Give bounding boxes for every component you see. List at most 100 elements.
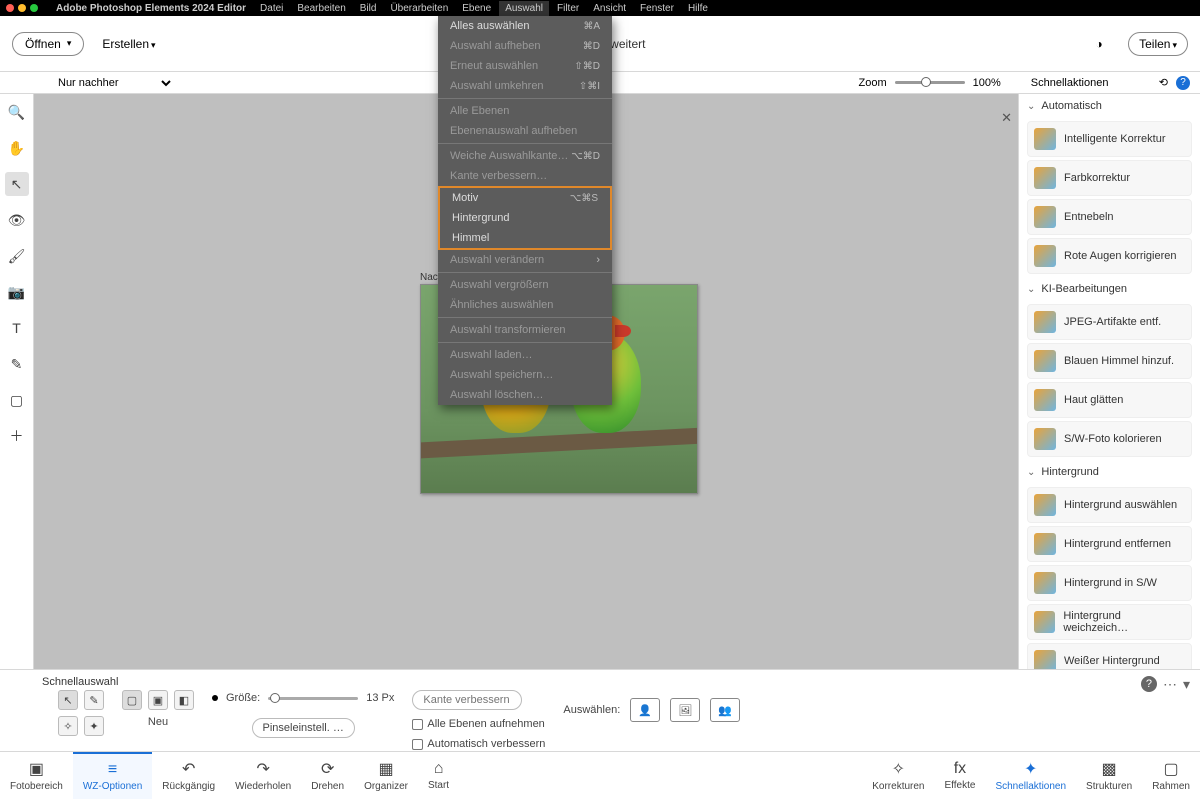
menu-item[interactable]: Hintergrund <box>440 208 610 228</box>
bottom-tab[interactable]: ⟳Drehen <box>301 752 354 799</box>
undo-panel-icon[interactable]: ⟲ <box>1159 76 1168 89</box>
bottom-tab[interactable]: ▦Organizer <box>354 752 418 799</box>
brush-tool-icon[interactable]: 🖌 <box>5 244 29 268</box>
mode-subtract-icon[interactable]: ◧ <box>174 690 194 710</box>
thumbnail-icon <box>1034 389 1056 411</box>
quick-action-item[interactable]: Rote Augen korrigieren <box>1027 238 1192 274</box>
bottom-tab[interactable]: ↶Rückgängig <box>152 752 225 799</box>
thumbnail-icon <box>1034 128 1056 150</box>
camera-tool-icon[interactable]: 📷 <box>5 280 29 304</box>
refine-brush-icon[interactable]: ✦ <box>84 716 104 736</box>
help-icon[interactable]: ? <box>1176 76 1190 90</box>
bottom-tab[interactable]: ✦Schnellaktionen <box>985 752 1076 799</box>
crop-tool-icon[interactable]: ▢ <box>5 388 29 412</box>
menu-item[interactable]: Alles auswählen⌘A <box>438 16 612 36</box>
panel-help-icon[interactable]: ? <box>1141 676 1157 692</box>
brush-settings-button[interactable]: Pinseleinstell. … <box>252 718 355 738</box>
eye-tool-icon[interactable]: 👁 <box>5 208 29 232</box>
quick-action-item[interactable]: S/W-Foto kolorieren <box>1027 421 1192 457</box>
view-mode-select[interactable]: Nur nachher <box>54 76 174 90</box>
quick-action-item[interactable]: Intelligente Korrektur <box>1027 121 1192 157</box>
menu-item: Auswahl umkehren⇧⌘I <box>438 76 612 96</box>
open-button[interactable]: Öffnen <box>12 32 84 56</box>
quick-select-tool-icon[interactable]: ↖ <box>5 172 29 196</box>
minimize-window-icon[interactable] <box>18 4 26 12</box>
bottom-tab[interactable]: ⌂Start <box>418 752 459 799</box>
quick-action-item[interactable]: Entnebeln <box>1027 199 1192 235</box>
panel-section-header[interactable]: Automatisch <box>1019 94 1200 118</box>
mode-new-icon[interactable]: ▢ <box>122 690 142 710</box>
organizer-icon: ▦ <box>378 759 393 779</box>
thumbnail-icon <box>1034 167 1056 189</box>
create-button[interactable]: Erstellen <box>102 37 155 51</box>
menu-item[interactable]: Motiv⌥⌘S <box>440 188 610 208</box>
wz-optionen-icon: ≡ <box>108 761 117 779</box>
type-tool-icon[interactable]: T <box>5 316 29 340</box>
select-sky-icon[interactable]: 👥 <box>710 698 740 722</box>
menu-fenster[interactable]: Fenster <box>640 3 674 14</box>
quick-action-item[interactable]: Hintergrund in S/W <box>1027 565 1192 601</box>
quick-action-item[interactable]: Hintergrund entfernen <box>1027 526 1192 562</box>
select-background-icon[interactable]: 🖼 <box>670 698 700 722</box>
appearance-icon[interactable]: ◑ <box>1088 33 1110 55</box>
select-subject-icon[interactable]: 👤 <box>630 698 660 722</box>
zoom-window-icon[interactable] <box>30 4 38 12</box>
bottom-tab[interactable]: ▣Fotobereich <box>0 752 73 799</box>
bottom-tab[interactable]: ≡WZ-Optionen <box>73 752 152 799</box>
menu-item: Auswahl verändern <box>438 250 612 270</box>
menu-item: Auswahl vergrößern <box>438 275 612 295</box>
menu-auswahl[interactable]: Auswahl <box>499 1 549 16</box>
quick-select-icon[interactable]: ↖ <box>58 690 78 710</box>
menu-item: Auswahl aufheben⌘D <box>438 36 612 56</box>
eyedropper-tool-icon[interactable]: ✎ <box>5 352 29 376</box>
quick-action-item[interactable]: Hintergrund weichzeich… <box>1027 604 1192 640</box>
close-window-icon[interactable] <box>6 4 14 12</box>
auto-enhance-checkbox[interactable]: Automatisch verbessern <box>412 738 545 750</box>
menu-hilfe[interactable]: Hilfe <box>688 3 708 14</box>
menu-ueberarbeiten[interactable]: Überarbeiten <box>390 3 448 14</box>
thumbnail-icon <box>1034 311 1056 333</box>
window-traffic-lights[interactable] <box>6 4 38 12</box>
menu-item[interactable]: Himmel <box>440 228 610 248</box>
menu-item: Auswahl laden… <box>438 345 612 365</box>
quick-action-item[interactable]: Blauen Himmel hinzuf. <box>1027 343 1192 379</box>
bottom-tab[interactable]: ✧Korrekturen <box>862 752 934 799</box>
menu-datei[interactable]: Datei <box>260 3 283 14</box>
share-button[interactable]: Teilen <box>1128 32 1188 56</box>
menu-filter[interactable]: Filter <box>557 3 579 14</box>
quick-action-item[interactable]: Weißer Hintergrund <box>1027 643 1192 669</box>
panel-section-header[interactable]: KI-Bearbeitungen <box>1019 277 1200 301</box>
quick-action-item[interactable]: Haut glätten <box>1027 382 1192 418</box>
menu-ansicht[interactable]: Ansicht <box>593 3 626 14</box>
magic-wand-icon[interactable]: ✧ <box>58 716 78 736</box>
mode-add-icon[interactable]: ▣ <box>148 690 168 710</box>
zoom-label: Zoom <box>859 77 887 89</box>
close-document-icon[interactable]: ✕ <box>1001 110 1012 126</box>
panel-more-icon[interactable]: ⋯ <box>1163 676 1177 693</box>
add-tool-icon[interactable]: ＋ <box>5 424 29 448</box>
drehen-icon: ⟳ <box>321 759 334 779</box>
tool-options-title: Schnellauswahl <box>42 676 118 688</box>
menu-bearbeiten[interactable]: Bearbeiten <box>297 3 345 14</box>
zoom-tool-icon[interactable]: 🔍 <box>5 100 29 124</box>
bottom-tab[interactable]: fxEffekte <box>934 752 985 799</box>
bottom-tab[interactable]: ↷Wiederholen <box>225 752 301 799</box>
selection-brush-icon[interactable]: ✎ <box>84 690 104 710</box>
menu-ebene[interactable]: Ebene <box>462 3 491 14</box>
quick-action-item[interactable]: JPEG-Artifakte entf. <box>1027 304 1192 340</box>
panel-section-header[interactable]: Hintergrund <box>1019 460 1200 484</box>
quick-action-item[interactable]: Hintergrund auswählen <box>1027 487 1192 523</box>
menu-bild[interactable]: Bild <box>360 3 377 14</box>
all-layers-checkbox[interactable]: Alle Ebenen aufnehmen <box>412 718 544 730</box>
hand-tool-icon[interactable]: ✋ <box>5 136 29 160</box>
thumbnail-icon <box>1034 350 1056 372</box>
panel-collapse-icon[interactable]: ▾ <box>1183 676 1190 693</box>
quick-action-item[interactable]: Farbkorrektur <box>1027 160 1192 196</box>
brush-variant-group: ↖ ✎ ✧ ✦ <box>58 690 104 736</box>
zoom-slider[interactable] <box>895 81 965 84</box>
bottom-tab[interactable]: ▢Rahmen <box>1142 752 1200 799</box>
brush-size-slider[interactable] <box>268 697 358 700</box>
bottom-tab[interactable]: ▩Strukturen <box>1076 752 1142 799</box>
mac-menubar: Adobe Photoshop Elements 2024 Editor Dat… <box>0 0 1200 16</box>
thumbnail-icon <box>1034 245 1056 267</box>
